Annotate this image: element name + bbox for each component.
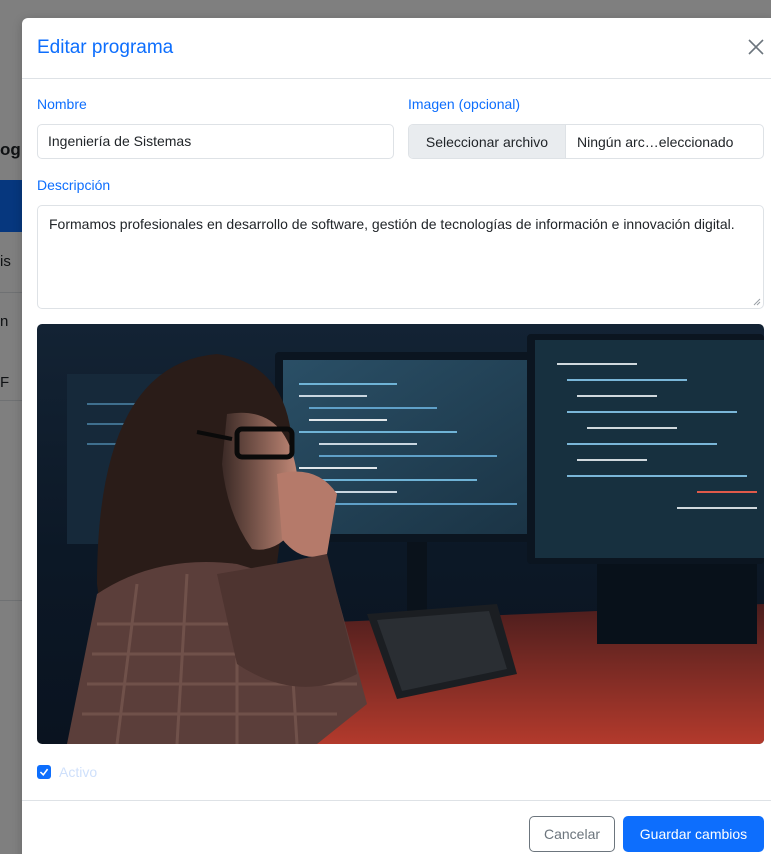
resize-grip-icon[interactable] — [753, 298, 761, 306]
screen: og is n F Editar programa Nombre Ingenie… — [0, 0, 771, 854]
nombre-label: Nombre — [37, 96, 87, 112]
imagen-label: Imagen (opcional) — [408, 96, 521, 112]
activo-checkbox[interactable] — [37, 765, 51, 779]
save-changes-button[interactable]: Guardar cambios — [623, 816, 764, 852]
modal-footer: Cancelar Guardar cambios — [22, 800, 771, 854]
activo-label: Activo — [59, 764, 98, 780]
edit-program-modal: Editar programa Nombre Ingeniería de Sis… — [22, 18, 771, 854]
nombre-input[interactable]: Ingeniería de Sistemas — [37, 124, 394, 159]
activo-checkbox-row: Activo — [37, 762, 97, 782]
select-file-button[interactable]: Seleccionar archivo — [409, 125, 566, 158]
program-image-preview — [37, 324, 764, 744]
descripcion-textarea[interactable]: Formamos profesionales en desarrollo de … — [37, 205, 764, 309]
close-icon — [748, 39, 764, 55]
selected-file-name: Ningún arc…eleccionado — [577, 133, 734, 150]
checkmark-icon — [39, 768, 49, 777]
descripcion-label: Descripción — [37, 177, 111, 193]
modal-header: Editar programa — [22, 18, 771, 79]
woman-at-computer-image — [67, 334, 764, 744]
close-button[interactable] — [744, 35, 768, 59]
descripcion-text: Formamos profesionales en desarrollo de … — [49, 216, 735, 232]
modal-title: Editar programa — [37, 37, 174, 58]
imagen-file-input[interactable]: Seleccionar archivo Ningún arc…elecciona… — [408, 124, 764, 159]
cancel-button[interactable]: Cancelar — [529, 816, 615, 852]
